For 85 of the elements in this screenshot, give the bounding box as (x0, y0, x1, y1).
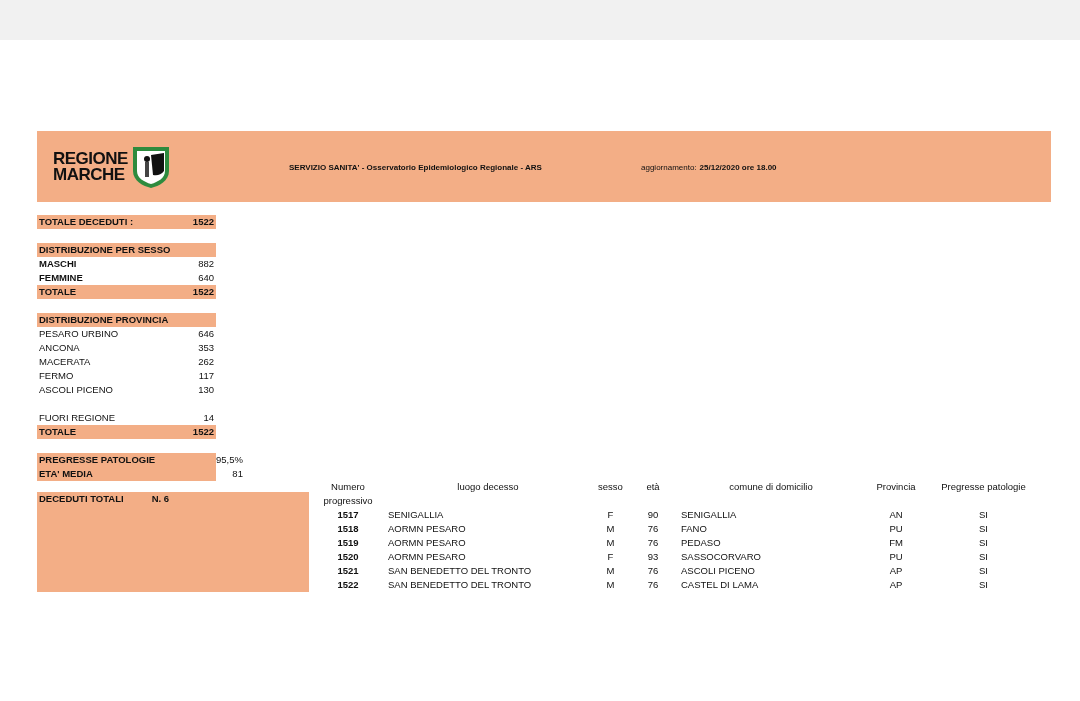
row-label: FERMO (39, 369, 74, 383)
table-cell-text: 1519 (336, 536, 360, 550)
shield-icon (130, 144, 171, 189)
table-cell-text: 1518 (336, 522, 360, 536)
table-cell-text: M (605, 522, 616, 536)
logo-text: REGIONE (53, 150, 128, 167)
update-label: aggiornamento: (641, 163, 697, 172)
table-cell-text: SENIGALLIA (680, 508, 738, 522)
total-label: TOTALE (39, 425, 77, 439)
section-title: DISTRIBUZIONE PER SESSO (37, 243, 216, 257)
row-label: MACERATA (39, 355, 91, 369)
table-cell-text: AN (888, 508, 904, 522)
column-header: sesso (597, 480, 624, 494)
indicator-label: ETA' MEDIA (39, 467, 94, 481)
table-cell-text: FM (888, 536, 904, 550)
row-value: 646 (198, 327, 214, 341)
row-label: ASCOLI PICENO (39, 383, 113, 397)
table-cell-text: F (606, 508, 615, 522)
report-title: SERVIZIO SANITA' - Osservatorio Epidemiologico Regionale - ARS (289, 163, 543, 172)
section-title: DISTRIBUZIONE PROVINCIA (37, 313, 216, 327)
total-value: 1522 (192, 285, 214, 299)
table-cell-text: ASCOLI PICENO (680, 564, 756, 578)
table-cell-text: SAN BENEDETTO DEL TRONTO (387, 564, 533, 578)
row-value: 640 (198, 271, 214, 285)
table-cell-text: SENIGALLIA (387, 508, 445, 522)
column-header: età (645, 480, 661, 494)
indicator-label: PREGRESSE PATOLOGIE (39, 453, 157, 467)
row-label: FUORI REGIONE (39, 411, 115, 425)
table-cell-text: SI (978, 564, 989, 578)
column-header: Pregresse patologie (940, 480, 1027, 494)
table-cell-text: PU (888, 550, 904, 564)
logo-text: MARCHE (53, 166, 126, 183)
indicator-value: 81 (231, 467, 243, 481)
deaths-count: N. 6 (151, 492, 170, 506)
table-cell-text: M (605, 536, 616, 550)
total-label: TOTALE DECEDUTI : (39, 215, 134, 229)
table-cell-text: FANO (680, 522, 708, 536)
row-label: MASCHI (39, 257, 77, 271)
table-cell-text: AORMN PESARO (387, 550, 467, 564)
row-value: 353 (198, 341, 214, 355)
table-cell-text: M (605, 578, 616, 592)
table-cell-text: PEDASO (680, 536, 722, 550)
column-header: Numero progressivo (322, 480, 374, 508)
table-cell-text: SI (978, 578, 989, 592)
row-value: 130 (198, 383, 214, 397)
table-cell-text: F (606, 550, 615, 564)
row-value: 14 (203, 411, 214, 425)
column-header: Provincia (875, 480, 917, 494)
row-label: FEMMINE (39, 271, 83, 285)
table-cell-text: M (605, 564, 616, 578)
table-cell-text: CASTEL DI LAMA (680, 578, 760, 592)
row-label: ANCONA (39, 341, 80, 355)
table-cell-text: 76 (646, 564, 660, 578)
table-cell-text: SI (978, 522, 989, 536)
table-cell-text: SAN BENEDETTO DEL TRONTO (387, 578, 533, 592)
table-cell-text: 93 (646, 550, 660, 564)
column-header: comune di domicilio (728, 480, 814, 494)
row-value: 117 (198, 369, 214, 383)
total-label: TOTALE (39, 285, 77, 299)
table-cell-text: 76 (646, 522, 660, 536)
column-header: luogo decesso (456, 480, 520, 494)
update-date: 25/12/2020 ore 18.00 (699, 163, 777, 172)
deaths-label: DECEDUTI TOTALI (39, 492, 124, 506)
table-cell-text: SI (978, 550, 989, 564)
total-value: 1522 (192, 215, 214, 229)
row-value: 262 (198, 355, 214, 369)
row-label: PESARO URBINO (39, 327, 119, 341)
row-value: 882 (198, 257, 214, 271)
total-value: 1522 (192, 425, 214, 439)
table-cell-text: AP (888, 578, 904, 592)
table-cell-text: 1520 (336, 550, 360, 564)
table-cell-text: AORMN PESARO (387, 536, 467, 550)
indicator-value: 95,5% (216, 453, 243, 467)
table-cell-text: 90 (646, 508, 660, 522)
table-cell-text: AORMN PESARO (387, 522, 467, 536)
table-cell-text: SI (978, 536, 989, 550)
table-cell-text: 1517 (336, 508, 360, 522)
table-cell-text: AP (888, 564, 904, 578)
table-cell-text: SI (978, 508, 989, 522)
table-cell-text: 76 (646, 578, 660, 592)
table-cell-text: 76 (646, 536, 660, 550)
table-cell-text: 1521 (336, 564, 360, 578)
table-cell-text: SASSOCORVARO (680, 550, 762, 564)
table-cell-text: PU (888, 522, 904, 536)
table-cell-text: 1522 (336, 578, 360, 592)
